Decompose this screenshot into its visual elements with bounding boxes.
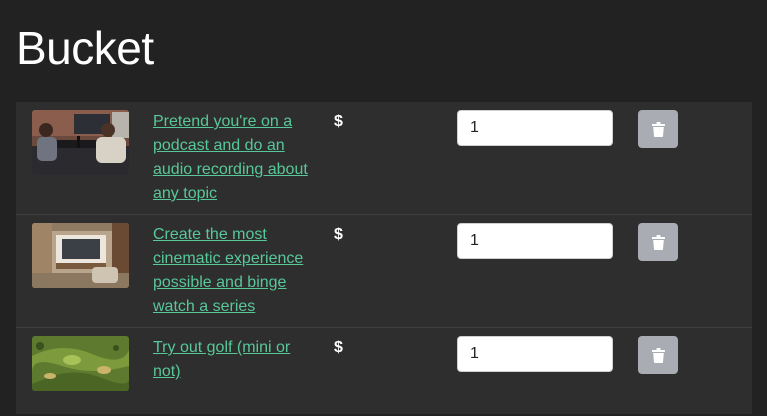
quantity-input[interactable]: [457, 336, 613, 372]
quantity-input[interactable]: [457, 223, 613, 259]
trash-icon: [651, 234, 665, 250]
delete-button[interactable]: [638, 336, 678, 374]
quantity-input[interactable]: [457, 110, 613, 146]
page-title: Bucket: [16, 22, 154, 74]
bucket-table: Pretend you're on a podcast and do an au…: [16, 102, 752, 414]
table-row: Pretend you're on a podcast and do an au…: [16, 102, 752, 215]
trash-icon: [651, 121, 665, 137]
table-row: Try out golf (mini or not) $: [16, 328, 752, 414]
item-price: $: [334, 226, 343, 243]
item-thumbnail-podcast[interactable]: [32, 110, 129, 175]
delete-button[interactable]: [638, 110, 678, 148]
item-title-link[interactable]: Pretend you're on a podcast and do an au…: [153, 110, 313, 206]
delete-button[interactable]: [638, 223, 678, 261]
item-thumbnail-home-theater[interactable]: [32, 223, 129, 288]
item-thumbnail-golf[interactable]: [32, 336, 129, 391]
item-price: $: [334, 113, 343, 130]
trash-icon: [651, 347, 665, 363]
item-title-link[interactable]: Try out golf (mini or not): [153, 336, 313, 384]
bucket-page: Bucket Pretend you're on a podcast and d…: [0, 0, 767, 416]
item-title-link[interactable]: Create the most cinematic experience pos…: [153, 223, 313, 319]
item-price: $: [334, 339, 343, 356]
table-row: Create the most cinematic experience pos…: [16, 215, 752, 328]
